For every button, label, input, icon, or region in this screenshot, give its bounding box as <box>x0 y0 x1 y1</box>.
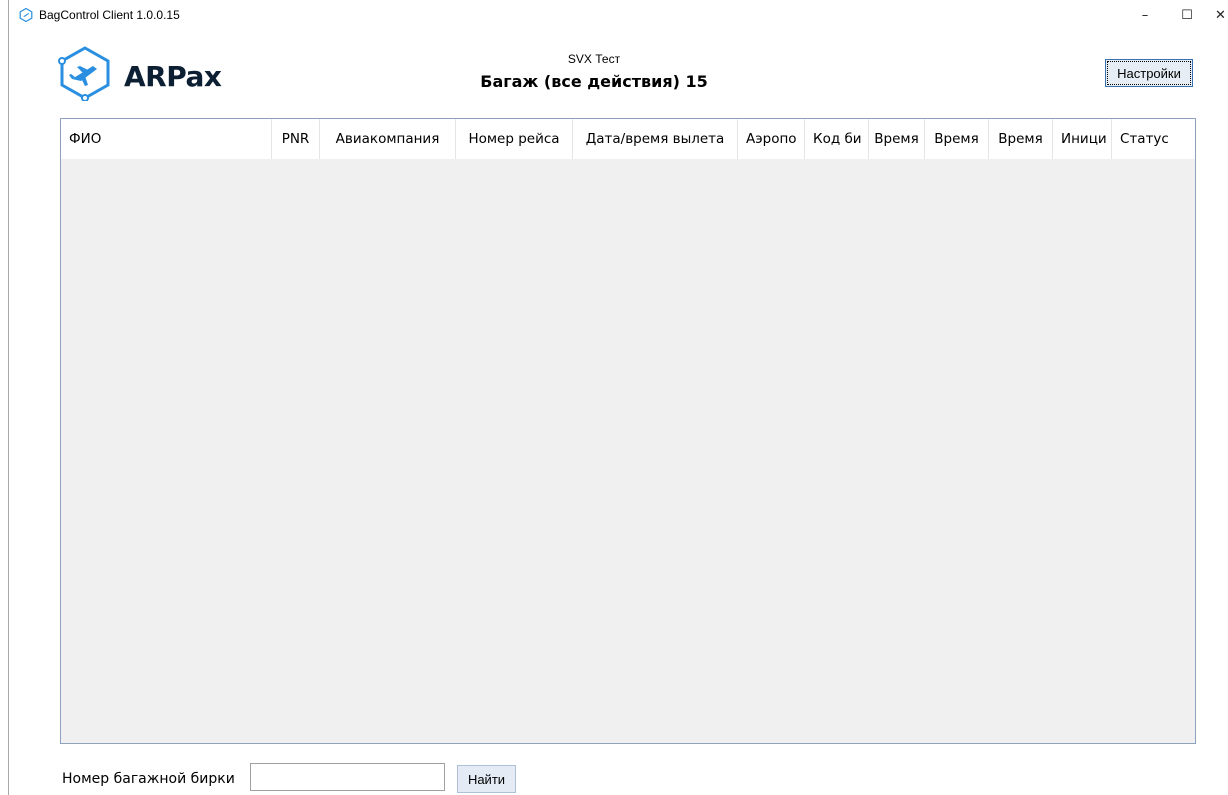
column-header-airline[interactable]: Авиакомпания <box>320 119 456 159</box>
column-header-flight-number[interactable]: Номер рейса <box>456 119 573 159</box>
window-title: BagControl Client 1.0.0.15 <box>39 8 180 22</box>
close-button[interactable]: ✕ <box>1204 0 1228 30</box>
column-header-initiator[interactable]: Иници <box>1053 119 1112 159</box>
column-header-time-2[interactable]: Время <box>925 119 989 159</box>
column-header-fio[interactable]: ФИО <box>61 119 272 159</box>
column-header-ticket-code[interactable]: Код би <box>805 119 869 159</box>
column-header-time-3[interactable]: Время <box>989 119 1053 159</box>
baggage-tag-label: Номер багажной бирки <box>62 771 235 787</box>
minimize-button[interactable]: – <box>1122 0 1168 30</box>
app-window: BagControl Client 1.0.0.15 – ☐ ✕ ARPax S… <box>0 0 1228 795</box>
title-bar[interactable]: BagControl Client 1.0.0.15 – ☐ ✕ <box>9 0 1228 30</box>
maximize-icon: ☐ <box>1181 7 1193 23</box>
column-header-pnr[interactable]: PNR <box>272 119 320 159</box>
column-header-time-1[interactable]: Время <box>869 119 925 159</box>
page-subtitle: SVX Тест <box>567 52 621 66</box>
baggage-grid[interactable]: ФИО PNR Авиакомпания Номер рейса Дата/вр… <box>60 118 1196 744</box>
app-icon <box>19 8 33 22</box>
grid-header: ФИО PNR Авиакомпания Номер рейса Дата/вр… <box>61 119 1195 159</box>
close-icon: ✕ <box>1215 7 1226 23</box>
minimize-icon: – <box>1141 7 1149 23</box>
find-button[interactable]: Найти <box>457 765 516 793</box>
column-header-status[interactable]: Статус <box>1112 119 1195 159</box>
window-left-border <box>8 0 9 795</box>
column-header-airport[interactable]: Аэропо <box>738 119 805 159</box>
settings-button[interactable]: Настройки <box>1105 59 1193 87</box>
page-title: Багаж (все действия) 15 <box>480 72 708 91</box>
column-header-departure-datetime[interactable]: Дата/время вылета <box>573 119 738 159</box>
baggage-tag-input[interactable] <box>250 763 445 791</box>
